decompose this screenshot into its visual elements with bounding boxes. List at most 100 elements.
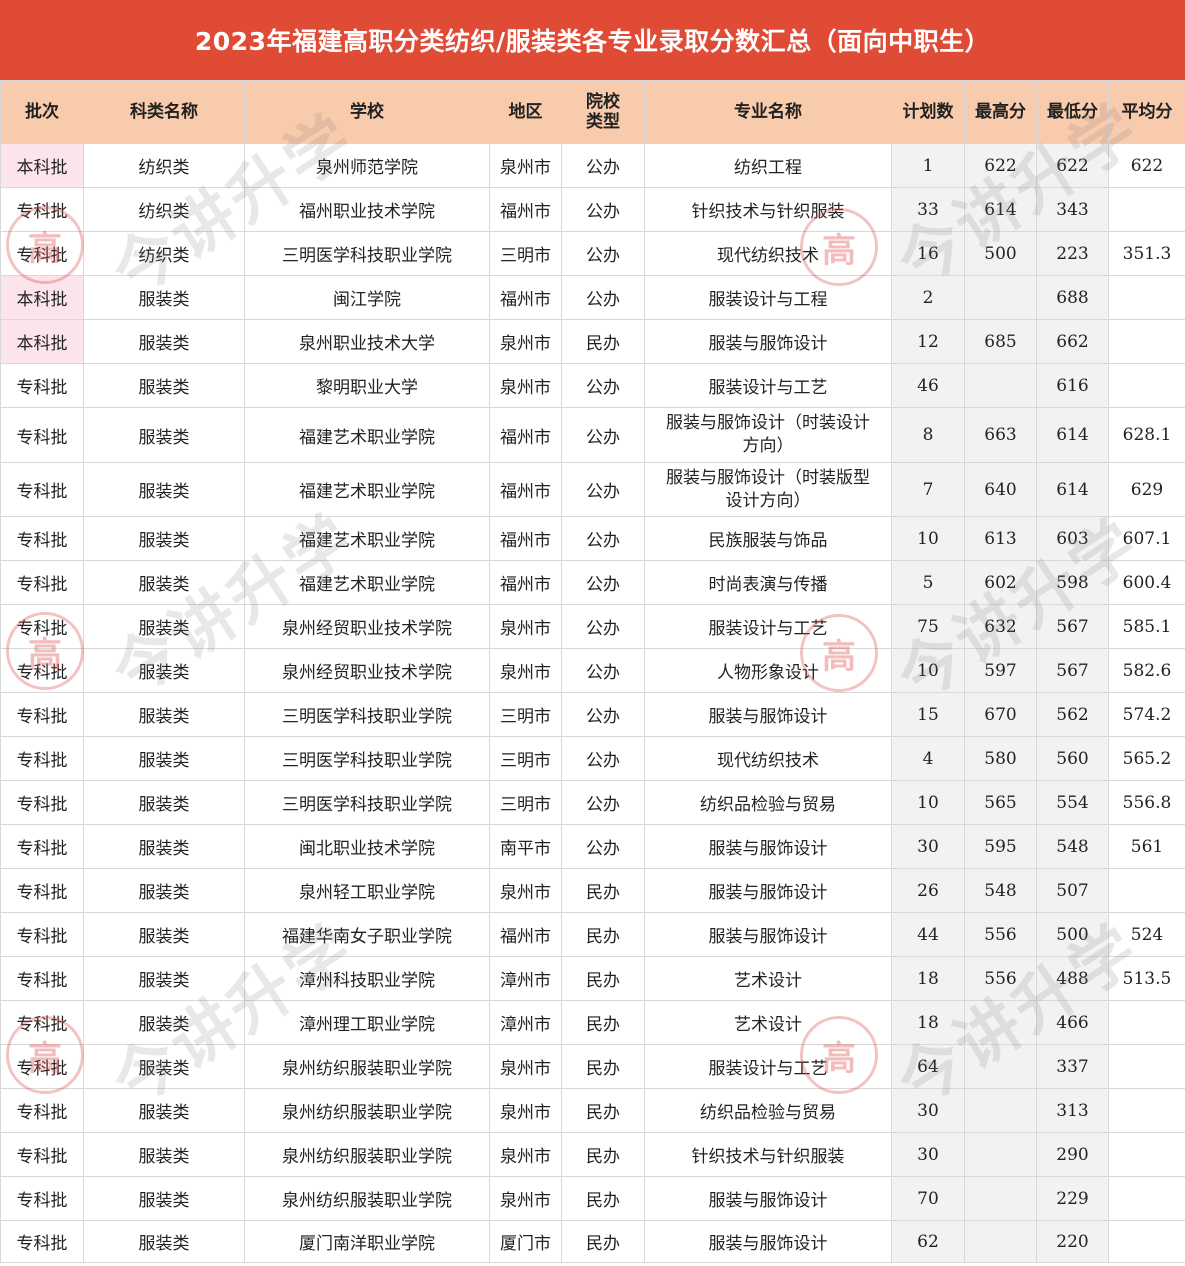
- cell-major: 服装与服饰设计: [644, 868, 892, 913]
- cell-max-score: 663: [964, 407, 1037, 463]
- table-row: 专科批 服装类 泉州经贸职业技术学院 泉州市 公办 服装设计与工艺 75 632 567 585.…: [0, 604, 1185, 649]
- cell-batch: 专科批: [0, 363, 84, 408]
- cell-school-type: 民办: [561, 1176, 645, 1221]
- cell-min-score: 622: [1036, 143, 1109, 188]
- cell-region: 泉州市: [489, 319, 562, 364]
- table-row: 专科批 服装类 福建艺术职业学院 福州市 公办 民族服装与饰品 10 613 603 607.1: [0, 516, 1185, 561]
- cell-school-type: 民办: [561, 912, 645, 957]
- cell-category: 服装类: [83, 824, 245, 869]
- cell-avg-score: [1108, 1088, 1185, 1133]
- header-category: 科类名称: [83, 80, 245, 144]
- table-row: 专科批 服装类 闽北职业技术学院 南平市 公办 服装与服饰设计 30 595 548 561: [0, 824, 1185, 869]
- cell-batch: 专科批: [0, 1176, 84, 1221]
- cell-school-type: 民办: [561, 868, 645, 913]
- cell-category: 服装类: [83, 648, 245, 693]
- cell-school: 三明医学科技职业学院: [244, 231, 490, 276]
- cell-category: 服装类: [83, 1000, 245, 1045]
- cell-school: 福建艺术职业学院: [244, 462, 490, 517]
- cell-min-score: 614: [1036, 462, 1109, 517]
- cell-max-score: 565: [964, 780, 1037, 825]
- cell-region: 三明市: [489, 736, 562, 781]
- cell-max-score: 632: [964, 604, 1037, 649]
- cell-major: 时尚表演与传播: [644, 560, 892, 605]
- cell-min-score: 290: [1036, 1132, 1109, 1177]
- cell-school-type: 民办: [561, 1132, 645, 1177]
- cell-avg-score: 582.6: [1108, 648, 1185, 693]
- cell-batch: 专科批: [0, 956, 84, 1001]
- cell-min-score: 466: [1036, 1000, 1109, 1045]
- cell-region: 泉州市: [489, 648, 562, 693]
- cell-region: 泉州市: [489, 604, 562, 649]
- cell-min-score: 662: [1036, 319, 1109, 364]
- cell-major: 服装与服饰设计（时装版型 设计方向）: [644, 462, 892, 517]
- cell-school: 三明医学科技职业学院: [244, 692, 490, 737]
- cell-plan: 70: [891, 1176, 965, 1221]
- cell-min-score: 560: [1036, 736, 1109, 781]
- cell-avg-score: 524: [1108, 912, 1185, 957]
- cell-region: 厦门市: [489, 1220, 562, 1263]
- cell-plan: 5: [891, 560, 965, 605]
- cell-min-score: 562: [1036, 692, 1109, 737]
- cell-plan: 10: [891, 648, 965, 693]
- cell-major: 艺术设计: [644, 956, 892, 1001]
- cell-category: 服装类: [83, 560, 245, 605]
- cell-min-score: 554: [1036, 780, 1109, 825]
- cell-plan: 2: [891, 275, 965, 320]
- cell-min-score: 616: [1036, 363, 1109, 408]
- cell-school-type: 公办: [561, 604, 645, 649]
- cell-region: 福州市: [489, 912, 562, 957]
- cell-school-type: 公办: [561, 462, 645, 517]
- table-row: 专科批 服装类 漳州理工职业学院 漳州市 民办 艺术设计 18 466: [0, 1000, 1185, 1045]
- cell-school-type: 民办: [561, 956, 645, 1001]
- cell-batch: 专科批: [0, 868, 84, 913]
- cell-major: 现代纺织技术: [644, 231, 892, 276]
- cell-max-score: 595: [964, 824, 1037, 869]
- cell-major: 服装与服饰设计: [644, 692, 892, 737]
- cell-batch: 专科批: [0, 780, 84, 825]
- cell-category: 服装类: [83, 1132, 245, 1177]
- cell-batch: 专科批: [0, 560, 84, 605]
- cell-school-type: 公办: [561, 736, 645, 781]
- table-row: 专科批 服装类 福建艺术职业学院 福州市 公办 时尚表演与传播 5 602 598 600.4: [0, 560, 1185, 605]
- cell-batch: 专科批: [0, 604, 84, 649]
- cell-major: 纺织工程: [644, 143, 892, 188]
- cell-plan: 30: [891, 824, 965, 869]
- cell-min-score: 688: [1036, 275, 1109, 320]
- table-row: 专科批 服装类 漳州科技职业学院 漳州市 民办 艺术设计 18 556 488 513.5: [0, 956, 1185, 1001]
- cell-school: 黎明职业大学: [244, 363, 490, 408]
- header-region: 地区: [489, 80, 562, 144]
- cell-major: 纺织品检验与贸易: [644, 1088, 892, 1133]
- cell-region: 三明市: [489, 780, 562, 825]
- cell-plan: 18: [891, 956, 965, 1001]
- cell-category: 服装类: [83, 912, 245, 957]
- cell-region: 泉州市: [489, 1176, 562, 1221]
- cell-region: 福州市: [489, 187, 562, 232]
- cell-max-score: 602: [964, 560, 1037, 605]
- table-row: 专科批 服装类 福建华南女子职业学院 福州市 民办 服装与服饰设计 44 556 500 524: [0, 912, 1185, 957]
- cell-batch: 专科批: [0, 407, 84, 463]
- cell-category: 服装类: [83, 319, 245, 364]
- cell-avg-score: [1108, 1044, 1185, 1089]
- cell-max-score: 580: [964, 736, 1037, 781]
- cell-min-score: 567: [1036, 648, 1109, 693]
- cell-batch: 专科批: [0, 736, 84, 781]
- cell-school: 三明医学科技职业学院: [244, 736, 490, 781]
- cell-school: 闽北职业技术学院: [244, 824, 490, 869]
- cell-avg-score: 600.4: [1108, 560, 1185, 605]
- cell-region: 福州市: [489, 462, 562, 517]
- cell-school-type: 公办: [561, 143, 645, 188]
- cell-major: 针织技术与针织服装: [644, 1132, 892, 1177]
- cell-plan: 12: [891, 319, 965, 364]
- cell-school: 三明医学科技职业学院: [244, 780, 490, 825]
- cell-max-score: 640: [964, 462, 1037, 517]
- cell-region: 漳州市: [489, 1000, 562, 1045]
- cell-avg-score: [1108, 1132, 1185, 1177]
- cell-school-type: 公办: [561, 692, 645, 737]
- cell-min-score: 614: [1036, 407, 1109, 463]
- cell-avg-score: [1108, 868, 1185, 913]
- table-row: 专科批 服装类 黎明职业大学 泉州市 公办 服装设计与工艺 46 616: [0, 363, 1185, 408]
- cell-batch: 专科批: [0, 824, 84, 869]
- cell-max-score: 613: [964, 516, 1037, 561]
- cell-avg-score: [1108, 1000, 1185, 1045]
- cell-school: 闽江学院: [244, 275, 490, 320]
